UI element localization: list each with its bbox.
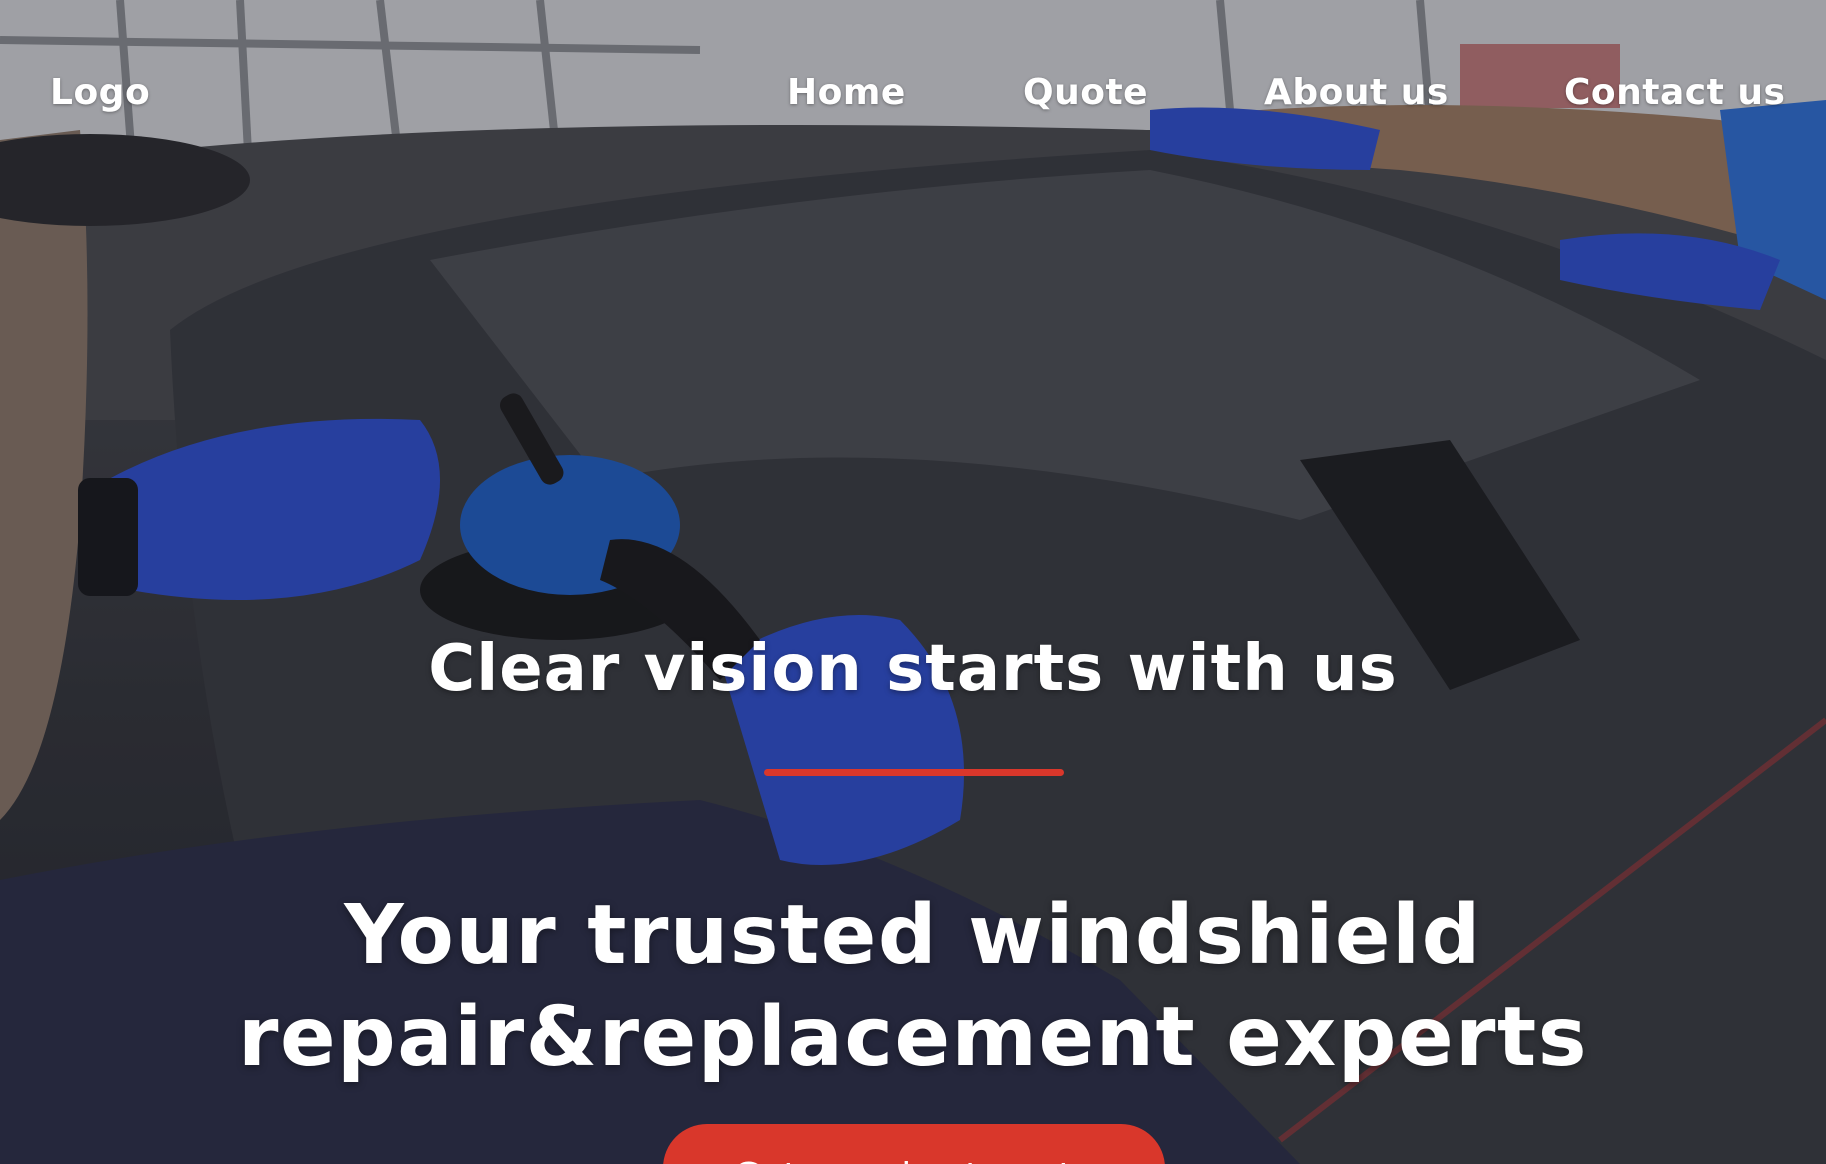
accent-divider — [764, 769, 1064, 776]
headline-line-2: repair&replacement experts — [238, 990, 1588, 1085]
get-quote-button[interactable]: Get your best quote — [663, 1124, 1165, 1164]
nav-link-quote[interactable]: Quote — [1023, 72, 1148, 113]
nav-link-about-us[interactable]: About us — [1264, 72, 1449, 113]
top-navbar: Logo Home Quote About us Contact us — [0, 0, 1826, 190]
hero-tagline: Clear vision starts with us — [428, 632, 1398, 706]
nav-links: Home Quote About us Contact us — [0, 72, 1826, 122]
nav-link-contact-us[interactable]: Contact us — [1564, 72, 1785, 113]
nav-link-home[interactable]: Home — [787, 72, 906, 113]
headline-line-1: Your trusted windshield — [344, 888, 1482, 983]
hero-headline: Your trusted windshield repair&replaceme… — [113, 885, 1713, 1089]
